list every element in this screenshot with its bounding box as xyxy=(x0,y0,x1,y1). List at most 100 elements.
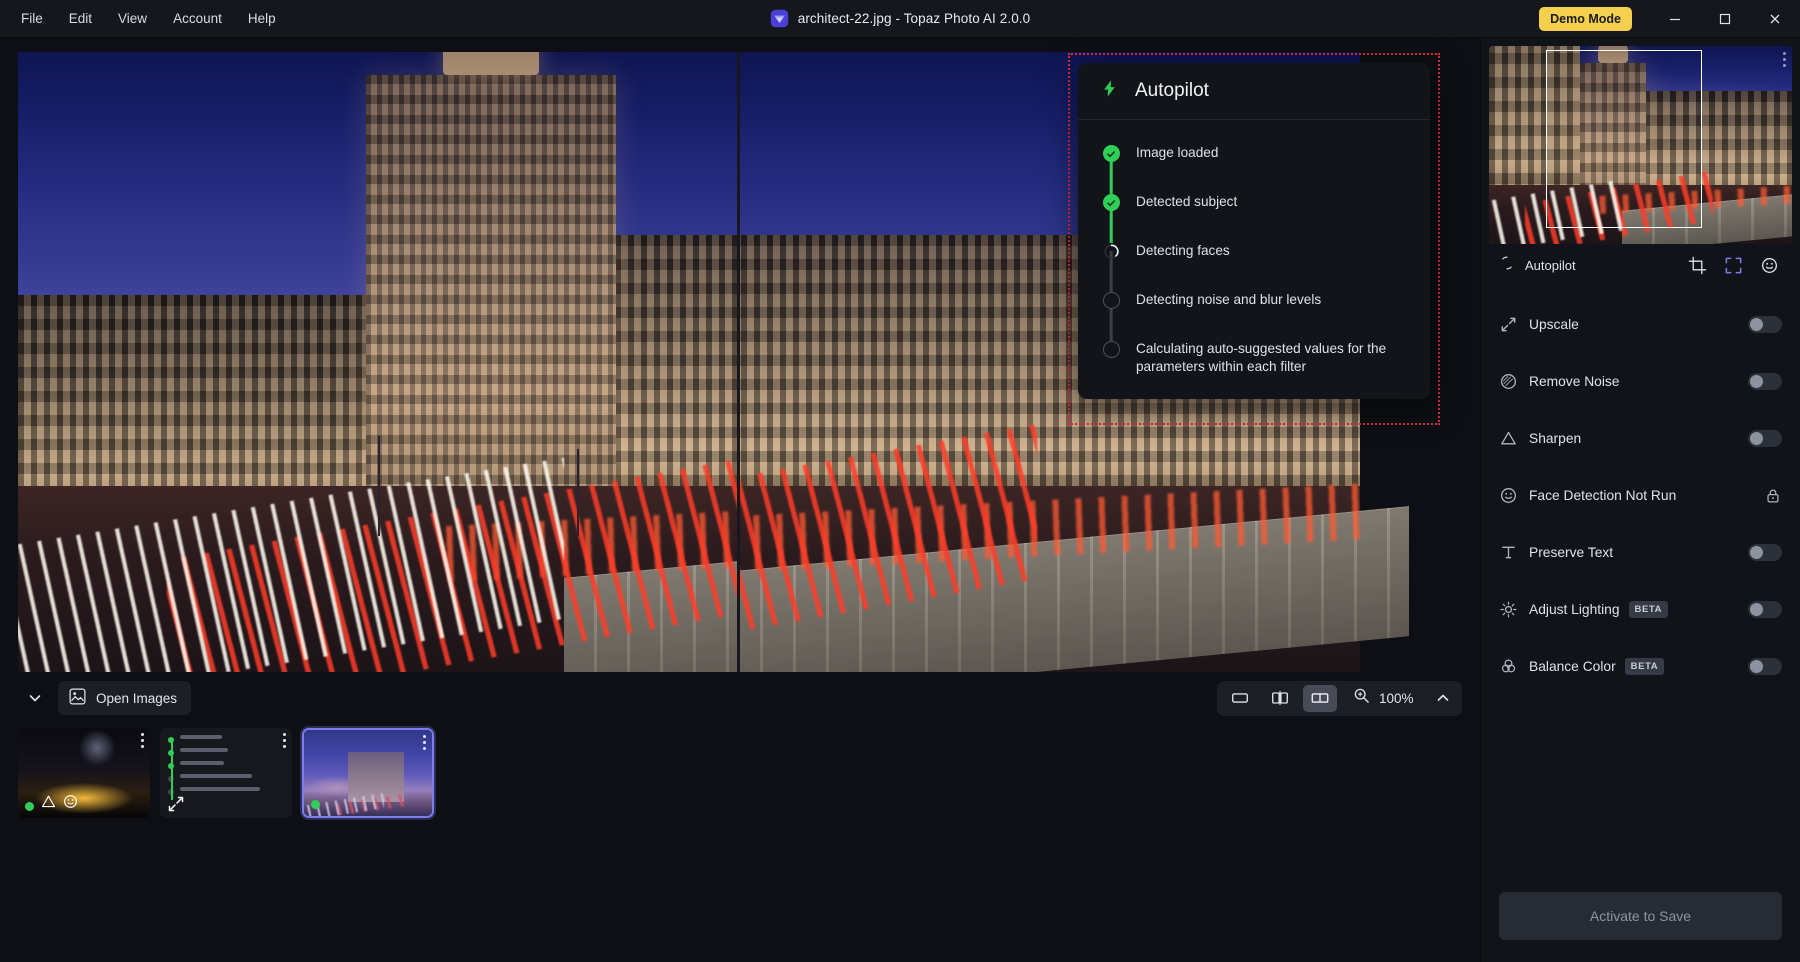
minimize-icon[interactable] xyxy=(1650,0,1700,38)
menu-item-file[interactable]: File xyxy=(10,5,54,32)
thumbnail-menu-icon[interactable] xyxy=(141,733,144,748)
view-mode-single[interactable] xyxy=(1223,685,1257,712)
autopilot-step-detecting-faces: Detecting faces xyxy=(1078,234,1430,283)
menu-item-account[interactable]: Account xyxy=(162,5,233,32)
toggle-adjust-lighting[interactable] xyxy=(1748,601,1782,618)
activate-to-save-button[interactable]: Activate to Save xyxy=(1499,892,1782,940)
view-mode-side-by-side[interactable] xyxy=(1303,685,1337,712)
close-icon[interactable] xyxy=(1750,0,1800,38)
viewer-pane-original[interactable] xyxy=(18,52,740,672)
autopilot-panel: Autopilot Image loaded xyxy=(1078,63,1430,399)
fit-to-screen-icon[interactable] xyxy=(1722,254,1744,276)
save-area: Activate to Save xyxy=(1481,892,1800,962)
sun-icon xyxy=(1499,600,1529,619)
step-label: Image loaded xyxy=(1122,136,1224,162)
magnifier-icon xyxy=(1353,687,1370,709)
autopilot-step-detecting-noise: Detecting noise and blur levels xyxy=(1078,283,1430,332)
toggle-remove-noise[interactable] xyxy=(1748,373,1782,390)
autopilot-header: Autopilot xyxy=(1078,63,1430,120)
open-images-button[interactable]: Open Images xyxy=(58,681,191,715)
status-badge xyxy=(25,802,34,811)
face-smile-icon xyxy=(1499,486,1529,505)
autopilot-step-image-loaded: Image loaded xyxy=(1078,136,1430,185)
view-controls: 100% xyxy=(1217,681,1462,716)
thumbnail-item-1[interactable] xyxy=(18,728,150,818)
autopilot-step-calculating-values: Calculating auto-suggested values for th… xyxy=(1078,332,1430,377)
autopilot-steps: Image loaded Detected subject xyxy=(1078,120,1430,399)
navigator-tools xyxy=(1686,254,1786,276)
filter-row-face-detection[interactable]: Face Detection Not Run xyxy=(1481,467,1800,524)
menu-bar: File Edit View Account Help xyxy=(0,5,287,32)
zoom-control[interactable]: 100% xyxy=(1343,685,1456,711)
noise-circle-icon xyxy=(1499,372,1529,391)
navigator-panel: Autopilot xyxy=(1481,38,1800,286)
filter-label: Adjust Lighting xyxy=(1529,602,1620,617)
step-status-done-icon xyxy=(1103,194,1120,211)
crop-icon[interactable] xyxy=(1686,254,1708,276)
toggle-balance-color[interactable] xyxy=(1748,658,1782,675)
navigator-label: Autopilot xyxy=(1525,258,1576,273)
thumbnail-filter-icons xyxy=(40,793,79,815)
step-label: Detecting noise and blur levels xyxy=(1122,283,1327,309)
photo-original xyxy=(18,52,740,672)
filter-label: Sharpen xyxy=(1529,431,1581,446)
spinner-icon xyxy=(1499,255,1515,276)
filter-label: Preserve Text xyxy=(1529,545,1613,560)
menu-item-edit[interactable]: Edit xyxy=(58,5,103,32)
toggle-preserve-text[interactable] xyxy=(1748,544,1782,561)
upscale-arrows-icon xyxy=(166,794,186,814)
filter-row-remove-noise[interactable]: Remove Noise xyxy=(1481,353,1800,410)
view-mode-split[interactable] xyxy=(1263,685,1297,712)
app-window: File Edit View Account Help architect-22… xyxy=(0,0,1800,962)
upscale-arrows-icon xyxy=(1499,315,1529,334)
maximize-icon[interactable] xyxy=(1700,0,1750,38)
chevron-down-icon[interactable] xyxy=(18,683,52,713)
navigator-viewport-rect[interactable] xyxy=(1546,50,1702,228)
beta-badge: BETA xyxy=(1629,601,1669,618)
thumbnail-menu-icon[interactable] xyxy=(283,733,286,748)
bottom-toolbar: Open Images xyxy=(18,672,1462,724)
step-status-pending-icon xyxy=(1103,292,1120,309)
step-label: Detected subject xyxy=(1122,185,1243,211)
menu-item-help[interactable]: Help xyxy=(237,5,287,32)
autopilot-step-detected-subject: Detected subject xyxy=(1078,185,1430,234)
filter-label: Upscale xyxy=(1529,317,1579,332)
thumbnail-menu-icon[interactable] xyxy=(423,735,426,750)
image-icon xyxy=(69,688,86,708)
toggle-upscale[interactable] xyxy=(1748,316,1782,333)
face-smile-icon xyxy=(62,793,79,815)
face-smile-icon[interactable] xyxy=(1758,254,1780,276)
filter-row-preserve-text[interactable]: Preserve Text xyxy=(1481,524,1800,581)
filter-list: Upscale Remove Noise xyxy=(1481,286,1800,892)
navigator-menu-icon[interactable] xyxy=(1783,52,1786,67)
right-sidebar: Autopilot xyxy=(1480,38,1800,962)
filter-row-upscale[interactable]: Upscale xyxy=(1481,296,1800,353)
open-images-label: Open Images xyxy=(96,691,177,706)
thumbnail-item-2[interactable] xyxy=(160,728,292,818)
autopilot-title: Autopilot xyxy=(1135,80,1209,102)
filter-label: Face Detection Not Run xyxy=(1529,488,1676,503)
filter-label: Remove Noise xyxy=(1529,374,1619,389)
step-status-pending-icon xyxy=(1103,341,1120,358)
color-circles-icon xyxy=(1499,657,1529,676)
filter-row-sharpen[interactable]: Sharpen xyxy=(1481,410,1800,467)
demo-mode-badge[interactable]: Demo Mode xyxy=(1539,7,1632,31)
filter-row-adjust-lighting[interactable]: Adjust Lighting BETA xyxy=(1481,581,1800,638)
beta-badge: BETA xyxy=(1625,658,1665,675)
lightning-bolt-icon xyxy=(1100,79,1119,103)
title-text: architect-22.jpg - Topaz Photo AI 2.0.0 xyxy=(798,11,1031,26)
bottom-bar: Open Images xyxy=(0,672,1480,832)
toggle-sharpen[interactable] xyxy=(1748,430,1782,447)
step-status-done-icon xyxy=(1103,145,1120,162)
thumbnail-item-3[interactable] xyxy=(302,728,434,818)
sharpen-triangle-icon xyxy=(1499,429,1529,448)
step-label: Detecting faces xyxy=(1122,234,1236,260)
navigator-preview[interactable] xyxy=(1489,46,1792,244)
chevron-up-icon[interactable] xyxy=(1430,685,1456,711)
title-bar: File Edit View Account Help architect-22… xyxy=(0,0,1800,38)
filmstrip xyxy=(18,724,1462,832)
sharpen-triangle-icon xyxy=(40,793,57,815)
menu-item-view[interactable]: View xyxy=(107,5,158,32)
filter-label: Balance Color xyxy=(1529,659,1616,674)
filter-row-balance-color[interactable]: Balance Color BETA xyxy=(1481,638,1800,695)
